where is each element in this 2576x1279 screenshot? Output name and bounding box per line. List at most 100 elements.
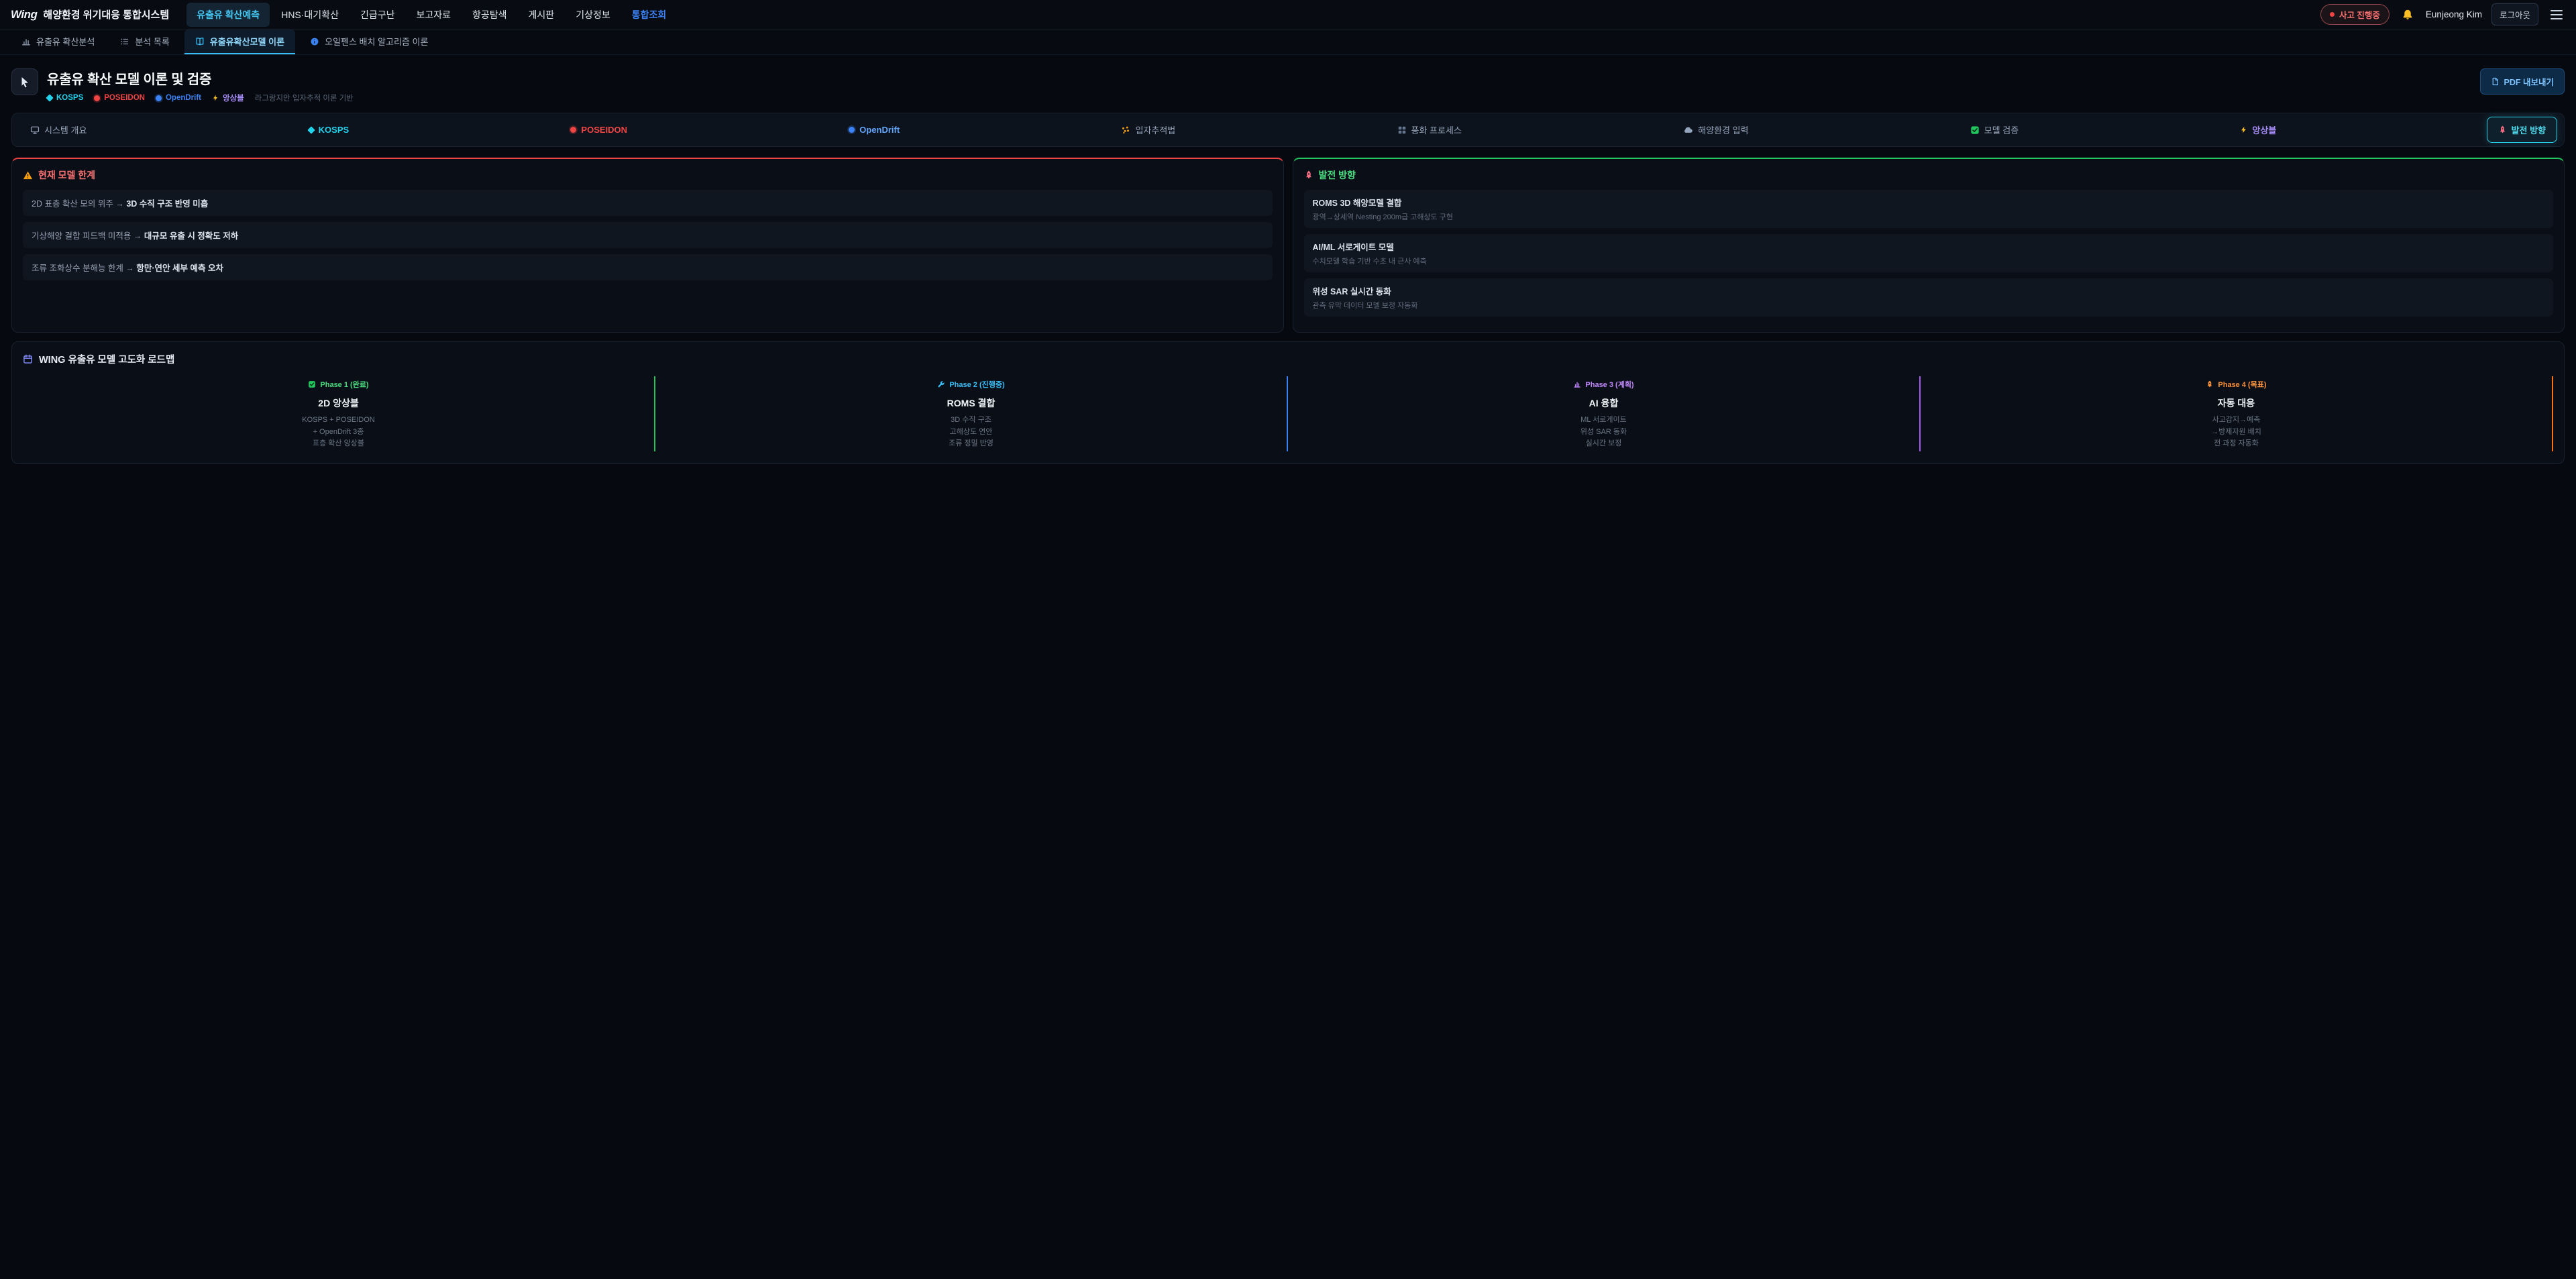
panel-row: 현재 모델 한계 2D 표층 확산 모의 위주 → 3D 수직 구조 반영 미흡… — [11, 158, 2565, 333]
notifications-button[interactable] — [2399, 6, 2416, 23]
roadmap-title: WING 유출유 모델 고도화 로드맵 — [39, 352, 174, 366]
kosps-diamond-icon — [307, 126, 315, 133]
section-nav-item-opendrift[interactable]: OpenDrift — [837, 118, 911, 142]
opendrift-dot-icon — [156, 95, 162, 101]
poseidon-badge: POSEIDON — [94, 94, 145, 102]
section-nav-item-ocean-input[interactable]: 해양환경 입력 — [1672, 117, 1760, 143]
section-nav-label: 풍화 프로세스 — [1411, 123, 1462, 136]
limitation-text: 조류 조화상수 분해능 한계 → — [32, 264, 136, 273]
future-item-title: AI/ML 서로게이트 모델 — [1313, 240, 2545, 253]
nav-item-hns-diffusion[interactable]: HNS·대기확산 — [271, 3, 349, 27]
section-nav-label: 앙상블 — [2252, 123, 2276, 136]
roadmap-title-row: WING 유출유 모델 고도화 로드맵 — [23, 352, 2553, 366]
header-note: 라그랑지안 입자추적 이론 기반 — [255, 93, 354, 103]
ensemble-badge: 앙상블 — [212, 93, 244, 103]
roadmap-panel: WING 유출유 모델 고도화 로드맵 Phase 1 (완료) 2D 앙상블 … — [11, 341, 2565, 464]
rocket-icon — [2206, 380, 2214, 388]
section-nav-item-validation[interactable]: 모델 검증 — [1959, 117, 2030, 143]
limitations-title: 현재 모델 한계 — [38, 168, 95, 182]
section-nav-label: OpenDrift — [859, 125, 900, 135]
nav-item-spill-prediction[interactable]: 유출유 확산예측 — [186, 3, 270, 27]
hamburger-icon — [2551, 10, 2563, 19]
phase-1-badge: Phase 1 (완료) — [308, 379, 368, 390]
tab-model-theory[interactable]: 유출유확산모델 이론 — [184, 30, 295, 54]
nav-item-emergency-rescue[interactable]: 긴급구난 — [350, 3, 405, 27]
nav-item-integrated-search[interactable]: 통합조회 — [622, 3, 677, 27]
future-item-desc: 수치모델 학습 기반 수초 내 근사 예측 — [1313, 256, 2545, 266]
model-badge-row: KOSPS POSEIDON OpenDrift 앙상블 라그랑지안 입자추적 … — [47, 93, 2471, 103]
section-nav-item-kosps[interactable]: KOSPS — [297, 118, 361, 142]
phase-3-badge: Phase 3 (계획) — [1573, 379, 1633, 390]
phase-line: →방제자원 배치 — [1927, 427, 2545, 439]
nav-item-weather-info[interactable]: 기상정보 — [566, 3, 621, 27]
phase-title: ROMS 결합 — [662, 396, 1280, 410]
future-title-row: 발전 방향 — [1304, 168, 2554, 182]
section-nav-label: 시스템 개요 — [44, 123, 87, 136]
list-icon — [120, 37, 129, 46]
section-nav-item-weathering[interactable]: 풍화 프로세스 — [1386, 117, 1473, 143]
section-nav-item-overview[interactable]: 시스템 개요 — [19, 117, 98, 143]
section-nav-item-particle-tracking[interactable]: 입자추적법 — [1110, 117, 1187, 143]
kosps-diamond-icon — [46, 94, 53, 101]
check-icon — [1970, 125, 1980, 135]
sub-tabbar: 유출유 확산분석 분석 목록 유출유확산모델 이론 오일펜스 배치 알고리즘 이… — [0, 30, 2576, 55]
future-item: 위성 SAR 실시간 동화 관측 유막 데이터 모델 보정 자동화 — [1304, 278, 2554, 317]
poseidon-dot-icon — [94, 95, 100, 101]
future-item: ROMS 3D 해양모델 결합 광역→상세역 Nesting 200m급 고해상… — [1304, 190, 2554, 228]
rocket-icon — [1304, 170, 1313, 180]
tab-label: 유출유 확산분석 — [36, 35, 95, 48]
phase-2-badge: Phase 2 (진행중) — [937, 379, 1004, 390]
section-nav-item-future[interactable]: 발전 방향 — [2487, 117, 2557, 143]
user-name: Eunjeong Kim — [2426, 9, 2482, 19]
future-item-title: ROMS 3D 해양모델 결합 — [1313, 196, 2545, 209]
future-item-title: 위성 SAR 실시간 동화 — [1313, 284, 2545, 297]
section-nav-item-ensemble[interactable]: 앙상블 — [2229, 117, 2288, 143]
page-title: 유출유 확산 모델 이론 및 검증 — [47, 68, 2471, 88]
navbar-right: 사고 진행중 Eunjeong Kim 로그아웃 — [2320, 3, 2565, 25]
document-icon — [2491, 77, 2500, 86]
poseidon-label: POSEIDON — [104, 94, 145, 102]
bolt-icon — [2240, 125, 2247, 134]
limitation-bold: 항만·연안 세부 예측 오차 — [136, 264, 223, 273]
section-nav-item-poseidon[interactable]: POSEIDON — [559, 118, 639, 142]
roadmap-phase-3: Phase 3 (계획) AI 융합 ML 서로게이트 위성 SAR 동화 실시… — [1288, 376, 1921, 451]
particles-icon — [1121, 125, 1130, 135]
section-nav: 시스템 개요 KOSPS POSEIDON OpenDrift 입자추적법 풍화… — [11, 113, 2565, 147]
calendar-icon — [23, 354, 33, 364]
nav-item-reports[interactable]: 보고자료 — [406, 3, 461, 27]
bar-chart-icon — [1573, 380, 1581, 388]
nav-item-board[interactable]: 게시판 — [519, 3, 565, 27]
pdf-export-button[interactable]: PDF 내보내기 — [2480, 68, 2565, 95]
tab-analysis-list[interactable]: 분석 목록 — [109, 30, 180, 54]
incident-status-badge[interactable]: 사고 진행중 — [2320, 4, 2390, 25]
check-icon — [308, 380, 316, 388]
phase-title: AI 융합 — [1295, 396, 1913, 410]
opendrift-label: OpenDrift — [166, 94, 201, 102]
wrench-icon — [937, 380, 945, 388]
future-item: AI/ML 서로게이트 모델 수치모델 학습 기반 수초 내 근사 예측 — [1304, 234, 2554, 272]
future-panel: 발전 방향 ROMS 3D 해양모델 결합 광역→상세역 Nesting 200… — [1293, 158, 2565, 333]
tab-boom-algorithm-theory[interactable]: 오일펜스 배치 알고리즘 이론 — [299, 30, 439, 54]
section-nav-label: POSEIDON — [581, 125, 627, 135]
nav-item-aerial-search[interactable]: 항공탐색 — [462, 3, 517, 27]
page-icon — [11, 68, 38, 95]
phase-badge-label: Phase 4 (목표) — [2218, 379, 2266, 390]
book-icon — [195, 37, 205, 46]
incident-status-label: 사고 진행중 — [2339, 8, 2380, 21]
phase-line: ML 서로게이트 — [1295, 414, 1913, 427]
logout-button[interactable]: 로그아웃 — [2491, 3, 2538, 25]
tab-spill-analysis[interactable]: 유출유 확산분석 — [11, 30, 105, 54]
menu-button[interactable] — [2548, 5, 2565, 25]
limitation-text: 2D 표층 확산 모의 위주 → — [32, 199, 126, 209]
phase-line: + OpenDrift 3종 — [30, 427, 647, 439]
phase-line: 3D 수직 구조 — [662, 414, 1280, 427]
brand[interactable]: Wing 해양환경 위기대응 통합시스템 — [11, 7, 169, 21]
limitation-item: 조류 조화상수 분해능 한계 → 항만·연안 세부 예측 오차 — [23, 254, 1273, 280]
roadmap-phase-4: Phase 4 (목표) 자동 대응 사고감지→예측 →방제자원 배치 전 과정… — [1921, 376, 2553, 451]
roadmap-phase-1: Phase 1 (완료) 2D 앙상블 KOSPS + POSEIDON + O… — [23, 376, 655, 451]
phase-line: KOSPS + POSEIDON — [30, 414, 647, 427]
info-icon — [310, 37, 319, 46]
phase-line: 조류 정밀 반영 — [662, 438, 1280, 450]
weathering-icon — [1397, 125, 1407, 135]
phase-line: 사고감지→예측 — [1927, 414, 2545, 427]
